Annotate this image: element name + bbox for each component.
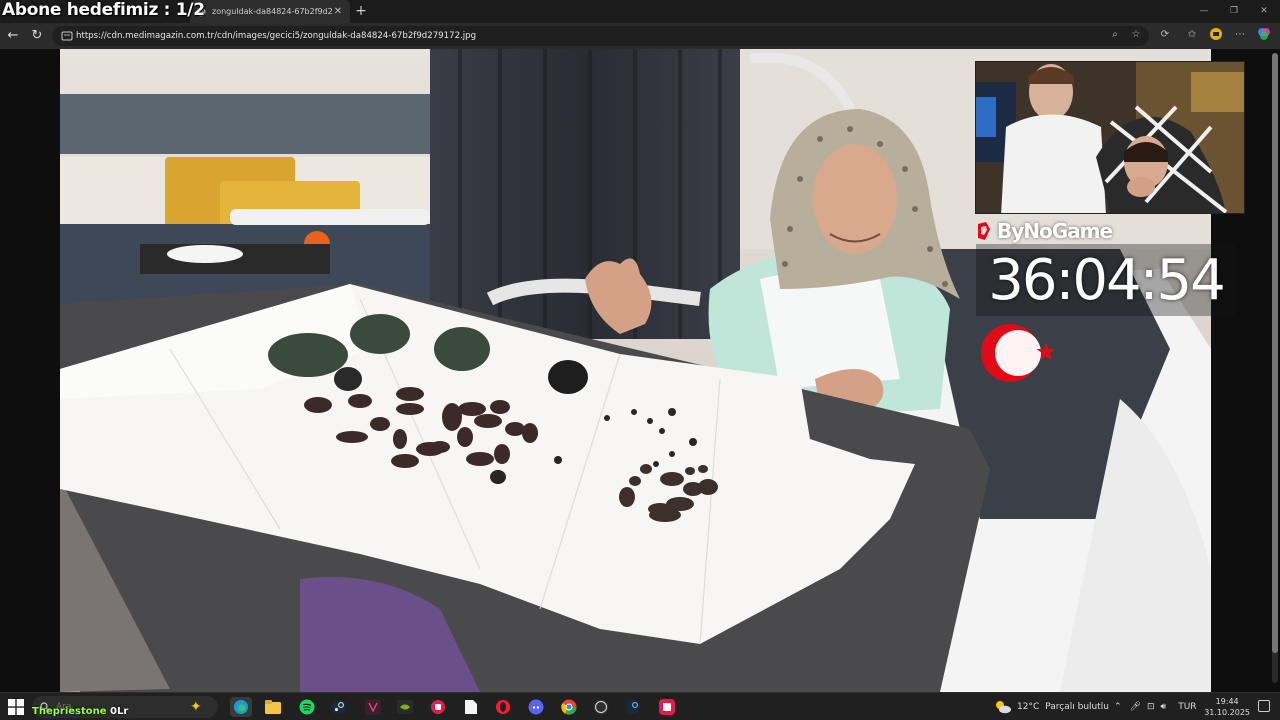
taskbar-clock[interactable]: 19:44 31.10.2025 [1204, 696, 1250, 718]
taskbar-affinity-icon[interactable] [362, 697, 384, 717]
taskbar-app-file-icon[interactable] [460, 697, 482, 717]
taskbar-nvidia-icon[interactable] [394, 697, 416, 717]
taskbar-spotify-icon[interactable] [296, 697, 318, 717]
sparkle-icon: ✦ [190, 699, 202, 715]
favorites-icon[interactable]: ✩ [1184, 27, 1200, 43]
copilot-icon[interactable] [1256, 27, 1272, 43]
url-input[interactable] [76, 31, 976, 41]
tab-image[interactable]: zonguldak-da84824-67b2f9d279 ✕ [190, 0, 350, 23]
language-indicator[interactable]: TUR [1178, 702, 1196, 712]
windows-start-icon[interactable] [8, 699, 24, 715]
screen: zonguldak-da84824-67b2f9d279 ✕ + — ❐ ✕ A… [0, 0, 1280, 720]
bynogame-logo-icon [978, 222, 990, 240]
stream-timer: 36:04:54 [976, 244, 1236, 316]
taskbar-app-red-2-icon[interactable] [656, 697, 678, 717]
address-bar[interactable] [52, 26, 1149, 46]
logo-text: ByNoGame [997, 219, 1113, 243]
timer-value: 36:04:54 [988, 247, 1226, 313]
chevron-up-icon[interactable]: ⌃ [1114, 702, 1122, 712]
tab-title: zonguldak-da84824-67b2f9d279 [212, 7, 332, 16]
clock-date: 31.10.2025 [1204, 708, 1250, 717]
vertical-scrollbar[interactable] [1272, 53, 1278, 683]
weather-widget[interactable]: 12°C Parçalı bulutlu [994, 693, 1109, 720]
refresh-button[interactable]: ↻ [28, 27, 46, 45]
taskbar-steam-icon[interactable] [328, 697, 350, 717]
wallet-icon[interactable] [1208, 27, 1224, 43]
close-window-button[interactable]: ✕ [1248, 0, 1280, 23]
site-info-icon[interactable] [58, 30, 76, 42]
weather-condition: Parçalı bulutlu [1045, 702, 1109, 712]
taskbar-discord-icon[interactable] [525, 697, 547, 717]
extensions-icon[interactable]: ⟳ [1157, 27, 1173, 43]
maximize-button[interactable]: ❐ [1218, 0, 1250, 23]
turkish-crescent-star-icon [980, 324, 1056, 382]
minimize-button[interactable]: — [1188, 0, 1220, 23]
taskbar-steam-2-icon[interactable] [622, 697, 644, 717]
taskbar-obs-icon[interactable] [590, 697, 612, 717]
taskbar-explorer-icon[interactable] [262, 697, 284, 717]
weather-temp: 12°C [1017, 702, 1040, 712]
subscriber-goal-overlay: Abone hedefimiz : 1/2 [2, 0, 205, 20]
notification-icon[interactable] [1258, 700, 1270, 712]
taskbar-chrome-icon[interactable] [558, 697, 580, 717]
sponsor-logo: ByNoGame [974, 219, 1113, 243]
network-icon[interactable]: ⊡ [1147, 702, 1155, 712]
taskbar-opera-icon[interactable] [492, 697, 514, 717]
webcam-feed-illustration [976, 62, 1244, 213]
volume-icon[interactable]: 🔊︎ [1161, 702, 1167, 712]
scrollbar-thumb[interactable] [1272, 53, 1278, 653]
streamer-webcam [975, 61, 1245, 214]
clock-time: 19:44 [1215, 697, 1239, 706]
chat-username: Thepriestone [32, 706, 107, 717]
partly-cloudy-icon [996, 701, 1011, 714]
new-tab-button[interactable]: + [352, 2, 370, 20]
favorite-star-icon[interactable]: ☆ [1128, 27, 1144, 43]
microphone-icon[interactable]: 🎤︎ [1130, 702, 1141, 712]
more-menu-icon[interactable]: ⋯ [1232, 27, 1248, 43]
close-tab-icon[interactable]: ✕ [332, 6, 344, 17]
taskbar-app-red-icon[interactable] [427, 697, 449, 717]
windows-taskbar: ✦ 12°C Parçalı bulutlu ⌃ 🎤︎ ⊡ 🔊︎ TUR 19:… [0, 692, 1280, 720]
back-button[interactable]: ← [4, 27, 22, 45]
zoom-icon[interactable]: ⌕ [1107, 27, 1123, 43]
system-tray: ⌃ 🎤︎ ⊡ 🔊︎ TUR [1114, 693, 1197, 720]
taskbar-edge-icon[interactable] [230, 697, 252, 717]
browser-toolbar: ← ↻ [0, 23, 1280, 49]
chat-overlay: Thepriestone 0Lr [32, 706, 128, 717]
chat-message: 0Lr [110, 706, 129, 717]
